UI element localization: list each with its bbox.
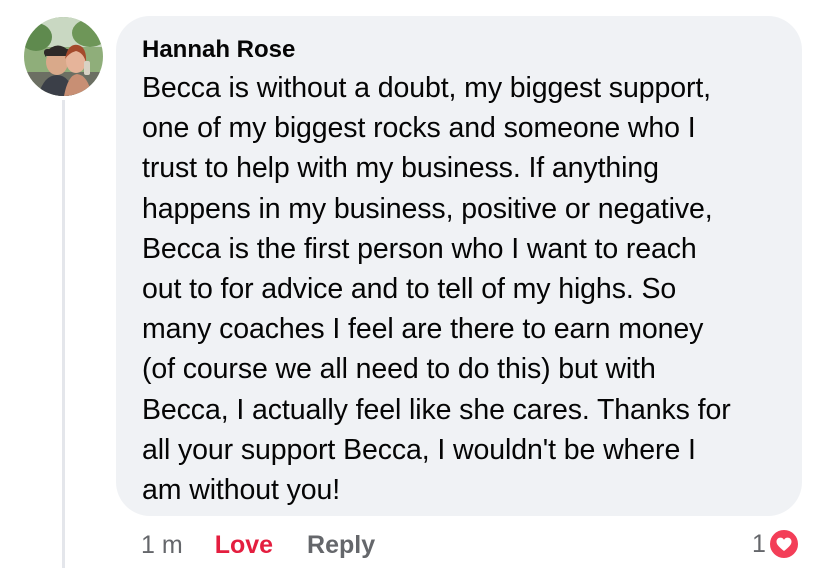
comment-text-line: out to for advice and to tell of my high… — [142, 273, 677, 306]
comment-text-line: one of my biggest rocks and someone who … — [142, 112, 696, 145]
comment-text-line: (of course we all need to do this) but w… — [142, 353, 656, 386]
comment-actions: 1 m Love Reply — [141, 528, 375, 562]
comment-text: Becca is without a doubt, my biggest sup… — [142, 68, 780, 510]
comment-text-line: am without you! — [142, 474, 341, 507]
comment-text-line: all your support Becca, I wouldn't be wh… — [142, 433, 696, 466]
reaction-summary[interactable]: 1 — [752, 526, 800, 562]
thread-connector-line — [62, 100, 65, 568]
love-button[interactable]: Love — [215, 531, 273, 560]
reaction-count: 1 — [752, 529, 766, 558]
avatar-photo — [24, 17, 103, 96]
comment-text-line: happens in my business, positive or nega… — [142, 192, 713, 225]
comment-bubble: Hannah Rose Becca is without a doubt, my… — [116, 16, 802, 516]
reply-button[interactable]: Reply — [307, 531, 375, 560]
comment-timestamp[interactable]: 1 m — [141, 531, 183, 560]
comment-text-line: Becca, I actually feel like she cares. T… — [142, 393, 731, 426]
comment-author[interactable]: Hannah Rose — [142, 36, 780, 64]
comment-text-line: Becca is without a doubt, my biggest sup… — [142, 72, 711, 104]
comment-text-line: Becca is the first person who I want to … — [142, 232, 697, 265]
avatar[interactable] — [24, 17, 103, 96]
heart-icon — [767, 528, 800, 560]
comment-text-line: trust to help with my business. If anyth… — [142, 152, 659, 185]
comment-text-line: many coaches I feel are there to earn mo… — [142, 313, 704, 346]
